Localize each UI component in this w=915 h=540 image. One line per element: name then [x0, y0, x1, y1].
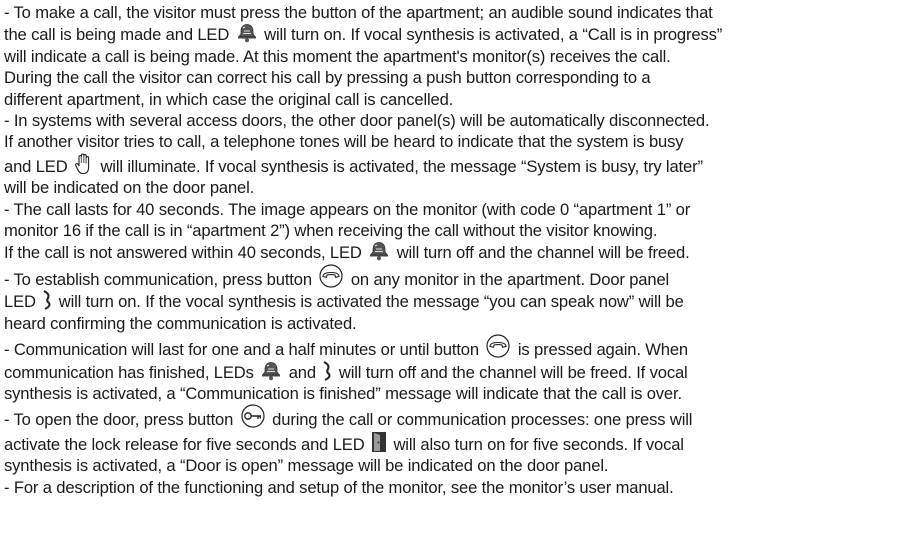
key-button-icon — [240, 404, 266, 428]
bell-icon — [236, 23, 258, 43]
text-segment: During the call the visitor can correct … — [4, 68, 651, 88]
text-line: - To establish communication, press butt… — [4, 264, 909, 290]
text-line: During the call the visitor can correct … — [4, 67, 909, 88]
text-line: - The call lasts for 40 seconds. The ima… — [4, 199, 909, 220]
text-segment: and — [288, 362, 321, 382]
door-icon — [371, 431, 387, 453]
text-segment: different apartment, in which case the o… — [4, 89, 454, 109]
text-line: - For a description of the functioning a… — [4, 477, 909, 498]
text-segment: monitor 16 if the call is in “apartment … — [4, 221, 658, 241]
text-segment: will be indicated on the door panel. — [4, 178, 255, 198]
text-line: synthesis is activated, a “Communication… — [4, 383, 909, 404]
bullet-paragraph: - To establish communication, press butt… — [4, 264, 909, 334]
text-segment: - Communication will last for one and a … — [4, 340, 479, 360]
text-segment: communication has finished, LEDs — [4, 362, 259, 382]
bullet-paragraph: - To make a call, the visitor must press… — [4, 2, 909, 110]
text-segment: will turn on. If vocal synthesis is acti… — [264, 25, 723, 45]
text-segment: is pressed again. When — [517, 340, 688, 360]
text-line: - In systems with several access doors, … — [4, 110, 909, 131]
text-line: activate the lock release for five secon… — [4, 431, 909, 455]
text-line: monitor 16 if the call is in “apartment … — [4, 220, 909, 241]
text-segment: - To open the door, press button — [4, 410, 234, 430]
text-line: heard confirming the communication is ac… — [4, 313, 909, 334]
text-segment: will turn off and the channel will be fr… — [338, 362, 688, 382]
text-line: will indicate a call is being made. At t… — [4, 46, 909, 67]
text-segment: LED — [4, 292, 41, 312]
text-line: - To open the door, press button during … — [4, 404, 909, 430]
speech-icon — [322, 360, 332, 381]
text-segment: - In systems with several access doors, … — [4, 111, 710, 131]
text-line: communication has finished, LEDs and wil… — [4, 360, 909, 383]
text-line: different apartment, in which case the o… — [4, 89, 909, 110]
bell-icon — [368, 241, 390, 261]
text-segment: synthesis is activated, a “Communication… — [4, 383, 682, 403]
text-line: LED will turn on. If the vocal synthesis… — [4, 290, 909, 312]
text-segment: will turn off and the channel will be fr… — [396, 243, 690, 263]
text-line: If the call is not answered within 40 se… — [4, 241, 909, 263]
hand-icon — [74, 153, 94, 175]
text-segment: - To make a call, the visitor must press… — [4, 3, 713, 22]
text-segment: will also turn on for five seconds. If v… — [393, 434, 684, 454]
text-segment: If another visitor tries to call, a tele… — [4, 132, 684, 152]
text-segment: will indicate a call is being made. At t… — [4, 46, 671, 66]
manual-page: - To make a call, the visitor must press… — [0, 0, 915, 540]
bullet-paragraph: - To open the door, press button during … — [4, 404, 909, 476]
text-segment: activate the lock release for five secon… — [4, 434, 369, 454]
text-segment: synthesis is activated, a “Door is open”… — [4, 456, 609, 476]
text-line: - To make a call, the visitor must press… — [4, 2, 909, 23]
bullet-paragraph: - For a description of the functioning a… — [4, 477, 909, 498]
text-line: - Communication will last for one and a … — [4, 334, 909, 360]
text-segment: on any monitor in the apartment. Door pa… — [350, 269, 670, 289]
bullet-paragraph: - In systems with several access doors, … — [4, 110, 909, 199]
text-segment: the call is being made and LED — [4, 25, 234, 45]
handset-button-icon — [485, 334, 511, 358]
text-segment: - The call lasts for 40 seconds. The ima… — [4, 199, 691, 219]
speech-icon — [42, 290, 52, 311]
text-segment: - To establish communication, press butt… — [4, 269, 317, 289]
text-line: and LED will illuminate. If vocal synthe… — [4, 153, 909, 177]
handset-button-icon — [318, 264, 344, 288]
text-segment: - For a description of the functioning a… — [4, 477, 674, 497]
bell-icon — [260, 361, 282, 381]
text-line: If another visitor tries to call, a tele… — [4, 131, 909, 152]
text-line: will be indicated on the door panel. — [4, 177, 909, 198]
text-line: synthesis is activated, a “Door is open”… — [4, 455, 909, 476]
text-line: the call is being made and LED will turn… — [4, 23, 909, 45]
text-segment: If the call is not answered within 40 se… — [4, 243, 367, 263]
text-segment: during the call or communication process… — [272, 410, 693, 430]
bullet-paragraph: - The call lasts for 40 seconds. The ima… — [4, 199, 909, 264]
text-segment: will turn on. If the vocal synthesis is … — [58, 292, 684, 312]
text-segment: heard confirming the communication is ac… — [4, 313, 357, 333]
text-segment: will illuminate. If vocal synthesis is a… — [100, 156, 703, 176]
text-segment: and LED — [4, 156, 72, 176]
bullet-paragraph: - Communication will last for one and a … — [4, 334, 909, 404]
